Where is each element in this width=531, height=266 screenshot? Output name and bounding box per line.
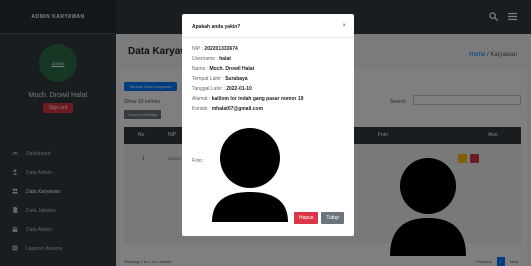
modal-body: NIP : 202201333674 Username : halat Nama… [192,44,344,114]
field-nama: Nama : Moch. Drowil Halat [192,64,344,74]
close-icon[interactable]: × [342,23,346,29]
field-label: Tanggal Lahir : [192,86,227,92]
modal-header: Apakah anda yakin? × [182,14,354,38]
field-label: Nama : [192,66,210,72]
field-label: Kontak : [192,106,212,112]
field-value: 2022-01-10 [226,86,252,92]
field-value: mhalat07@gmail.com [211,106,264,112]
modal-actions: Hapus Tutup [293,212,344,224]
field-tempat-lahir: Tempat Lahir : Surabaya [192,74,344,84]
field-label: Username : [192,56,220,62]
field-label: NIP : [192,46,205,52]
field-value: 202201333674 [204,46,238,52]
field-value: Moch. Drowil Halat [209,66,255,72]
field-alamat: Alamat : kalilom lor indah gang pasar no… [192,94,344,104]
tutup-button[interactable]: Tutup [321,212,344,224]
foto-label: Foto : [192,158,205,164]
field-value: kalilom lor indah gang pasar nomor 19 [211,96,304,102]
field-label: Alamat : [192,96,212,102]
field-label: Tempat Lahir : [192,76,226,82]
field-username: Username : halat [192,54,344,64]
profile-photo-placeholder [212,128,288,222]
field-value: halat [219,56,231,62]
confirm-delete-modal: Apakah anda yakin? × NIP : 202201333674 … [182,14,354,236]
modal-title: Apakah anda yakin? [192,24,241,30]
hapus-button[interactable]: Hapus [293,212,319,224]
field-value: Surabaya [225,76,248,82]
field-nip: NIP : 202201333674 [192,44,344,54]
field-kontak: Kontak : mhalat07@gmail.com [192,104,344,114]
field-tanggal-lahir: Tanggal Lahir : 2022-01-10 [192,84,344,94]
